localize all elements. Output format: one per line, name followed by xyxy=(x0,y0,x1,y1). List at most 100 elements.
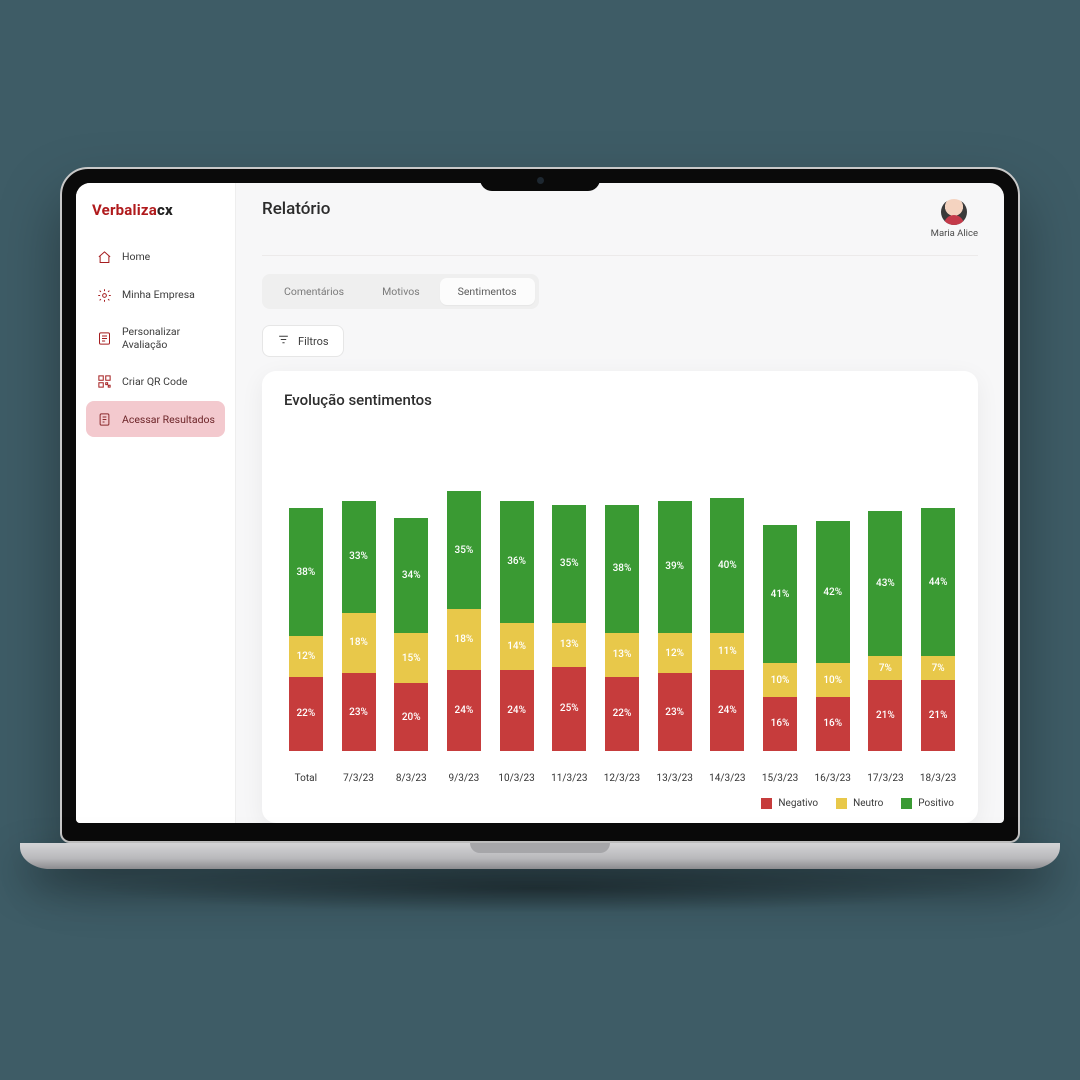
brand-suffix: cx xyxy=(157,201,173,219)
bar-segment-pos: 35% xyxy=(552,505,586,623)
main-content: Relatório Maria Alice Comentários Motivo… xyxy=(236,183,1004,823)
bar-stack: 21%7%44% xyxy=(921,508,955,751)
bar-segment-pos: 39% xyxy=(658,501,692,633)
bar-stack: 25%13%35% xyxy=(552,505,586,751)
chart-column: 16%10%41% 15/3/23 xyxy=(760,525,800,784)
bar-stack: 24%14%36% xyxy=(500,501,534,751)
qr-icon xyxy=(96,373,112,389)
bar-segment-neg: 16% xyxy=(816,697,850,751)
chart-column: 22%13%38%12/3/23 xyxy=(602,505,642,784)
bar-segment-neg: 21% xyxy=(868,680,902,751)
tab-motivos[interactable]: Motivos xyxy=(364,278,438,305)
chart-legend: Negativo Neutro Positivo xyxy=(284,784,960,809)
swatch-neg xyxy=(761,798,772,809)
filters-button[interactable]: Filtros xyxy=(262,325,344,357)
bar-segment-pos: 34% xyxy=(394,518,428,633)
bar-stack: 22%13%38% xyxy=(605,505,639,751)
bar-segment-pos: 36% xyxy=(500,501,534,623)
chart-title: Evolução sentimentos xyxy=(284,391,960,409)
laptop-base xyxy=(20,843,1060,869)
tab-sentimentos[interactable]: Sentimentos xyxy=(440,278,535,305)
sidebar-item-label: Acessar Resultados xyxy=(122,413,215,426)
bar-stack: 23%18%33% xyxy=(342,501,376,751)
sidebar-item-label: Home xyxy=(122,250,150,263)
laptop-shadow xyxy=(90,863,990,913)
bar-segment-pos: 43% xyxy=(868,511,902,656)
sidebar-item-home[interactable]: Home xyxy=(86,239,225,275)
chart-column: 20%15%34% 8/3/23 xyxy=(391,518,431,784)
x-axis-label: 8/3/23 xyxy=(396,773,427,784)
user-menu[interactable]: Maria Alice xyxy=(931,199,978,239)
bar-segment-pos: 41% xyxy=(763,525,797,663)
bar-segment-pos: 35% xyxy=(447,491,481,609)
bar-segment-pos: 40% xyxy=(710,498,744,633)
x-axis-label: 17/3/23 xyxy=(867,773,903,784)
x-axis-label: Total xyxy=(295,773,317,784)
bar-segment-neu: 13% xyxy=(605,633,639,677)
sidebar-item-qr[interactable]: Criar QR Code xyxy=(86,363,225,399)
bar-stack: 24%18%35% xyxy=(447,491,481,751)
report-icon xyxy=(96,411,112,427)
x-axis-label: 13/3/23 xyxy=(656,773,692,784)
sidebar-item-minha-empresa[interactable]: Minha Empresa xyxy=(86,277,225,313)
bar-segment-neg: 16% xyxy=(763,697,797,751)
tabs: Comentários Motivos Sentimentos xyxy=(262,274,539,309)
chart-column: 23%18%33% 7/3/23 xyxy=(339,501,379,784)
chart-column: 21%7%43% 17/3/23 xyxy=(866,511,906,784)
sidebar: Verbalizacx Home Minha Empresa xyxy=(76,183,236,823)
app-screen: Verbalizacx Home Minha Empresa xyxy=(76,183,1004,823)
chart-column: 25%13%35%11/3/23 xyxy=(549,505,589,784)
x-axis-label: 15/3/23 xyxy=(762,773,798,784)
chart-column: 22%12%38%Total xyxy=(286,508,326,784)
bar-segment-neg: 22% xyxy=(289,677,323,751)
bar-segment-pos: 42% xyxy=(816,521,850,663)
bar-segment-neg: 22% xyxy=(605,677,639,751)
stacked-bar-chart: 22%12%38%Total 23%18%33% 7/3/23 20%15%34% 8/… xyxy=(284,419,960,784)
x-axis-label: 18/3/23 xyxy=(920,773,956,784)
swatch-pos xyxy=(901,798,912,809)
tab-comentarios[interactable]: Comentários xyxy=(266,278,362,305)
bar-stack: 24%11%40% xyxy=(710,498,744,751)
bar-segment-neu: 14% xyxy=(500,623,534,670)
bar-segment-neu: 10% xyxy=(816,663,850,697)
x-axis-label: 16/3/23 xyxy=(815,773,851,784)
bar-segment-neu: 18% xyxy=(447,609,481,670)
sidebar-item-resultados[interactable]: Acessar Resultados xyxy=(86,401,225,437)
legend-positivo: Positivo xyxy=(901,798,954,809)
chart-column: 21%7%44% 18/3/23 xyxy=(918,508,958,784)
sidebar-item-label: Criar QR Code xyxy=(122,375,187,388)
chart-card: Evolução sentimentos 22%12%38%Total23%18… xyxy=(262,371,978,823)
bar-stack: 16%10%41% xyxy=(763,525,797,751)
form-icon xyxy=(96,330,112,346)
user-name: Maria Alice xyxy=(931,228,978,239)
bar-segment-neu: 12% xyxy=(658,633,692,674)
x-axis-label: 10/3/23 xyxy=(498,773,534,784)
bar-segment-neu: 18% xyxy=(342,613,376,674)
sidebar-item-personalizar[interactable]: Personalizar Avaliação xyxy=(86,315,225,361)
bar-segment-neu: 13% xyxy=(552,623,586,667)
swatch-neu xyxy=(836,798,847,809)
chart-column: 24%18%35%9/3/23 xyxy=(444,491,484,784)
bar-segment-neu: 7% xyxy=(868,656,902,680)
chart-column: 24%14%36% 10/3/23 xyxy=(497,501,537,784)
bar-segment-neg: 25% xyxy=(552,667,586,751)
filter-icon xyxy=(277,333,290,349)
sidebar-item-label: Minha Empresa xyxy=(122,288,195,301)
bar-segment-neu: 7% xyxy=(921,656,955,680)
x-axis-label: 7/3/23 xyxy=(343,773,374,784)
page-title: Relatório xyxy=(262,199,330,219)
bar-segment-neg: 23% xyxy=(342,673,376,751)
bar-stack: 16%10%42% xyxy=(816,521,850,751)
page-header: Relatório Maria Alice xyxy=(262,199,978,256)
chart-column: 16%10%42% 16/3/23 xyxy=(813,521,853,784)
bar-stack: 20%15%34% xyxy=(394,518,428,751)
legend-neutro: Neutro xyxy=(836,798,883,809)
bar-segment-neg: 21% xyxy=(921,680,955,751)
camera-notch xyxy=(480,169,600,191)
laptop-mockup: Verbalizacx Home Minha Empresa xyxy=(60,167,1020,913)
bar-segment-neu: 15% xyxy=(394,633,428,684)
bar-segment-pos: 44% xyxy=(921,508,955,657)
bar-stack: 23%12%39% xyxy=(658,501,692,751)
home-icon xyxy=(96,249,112,265)
bar-segment-neg: 24% xyxy=(710,670,744,751)
